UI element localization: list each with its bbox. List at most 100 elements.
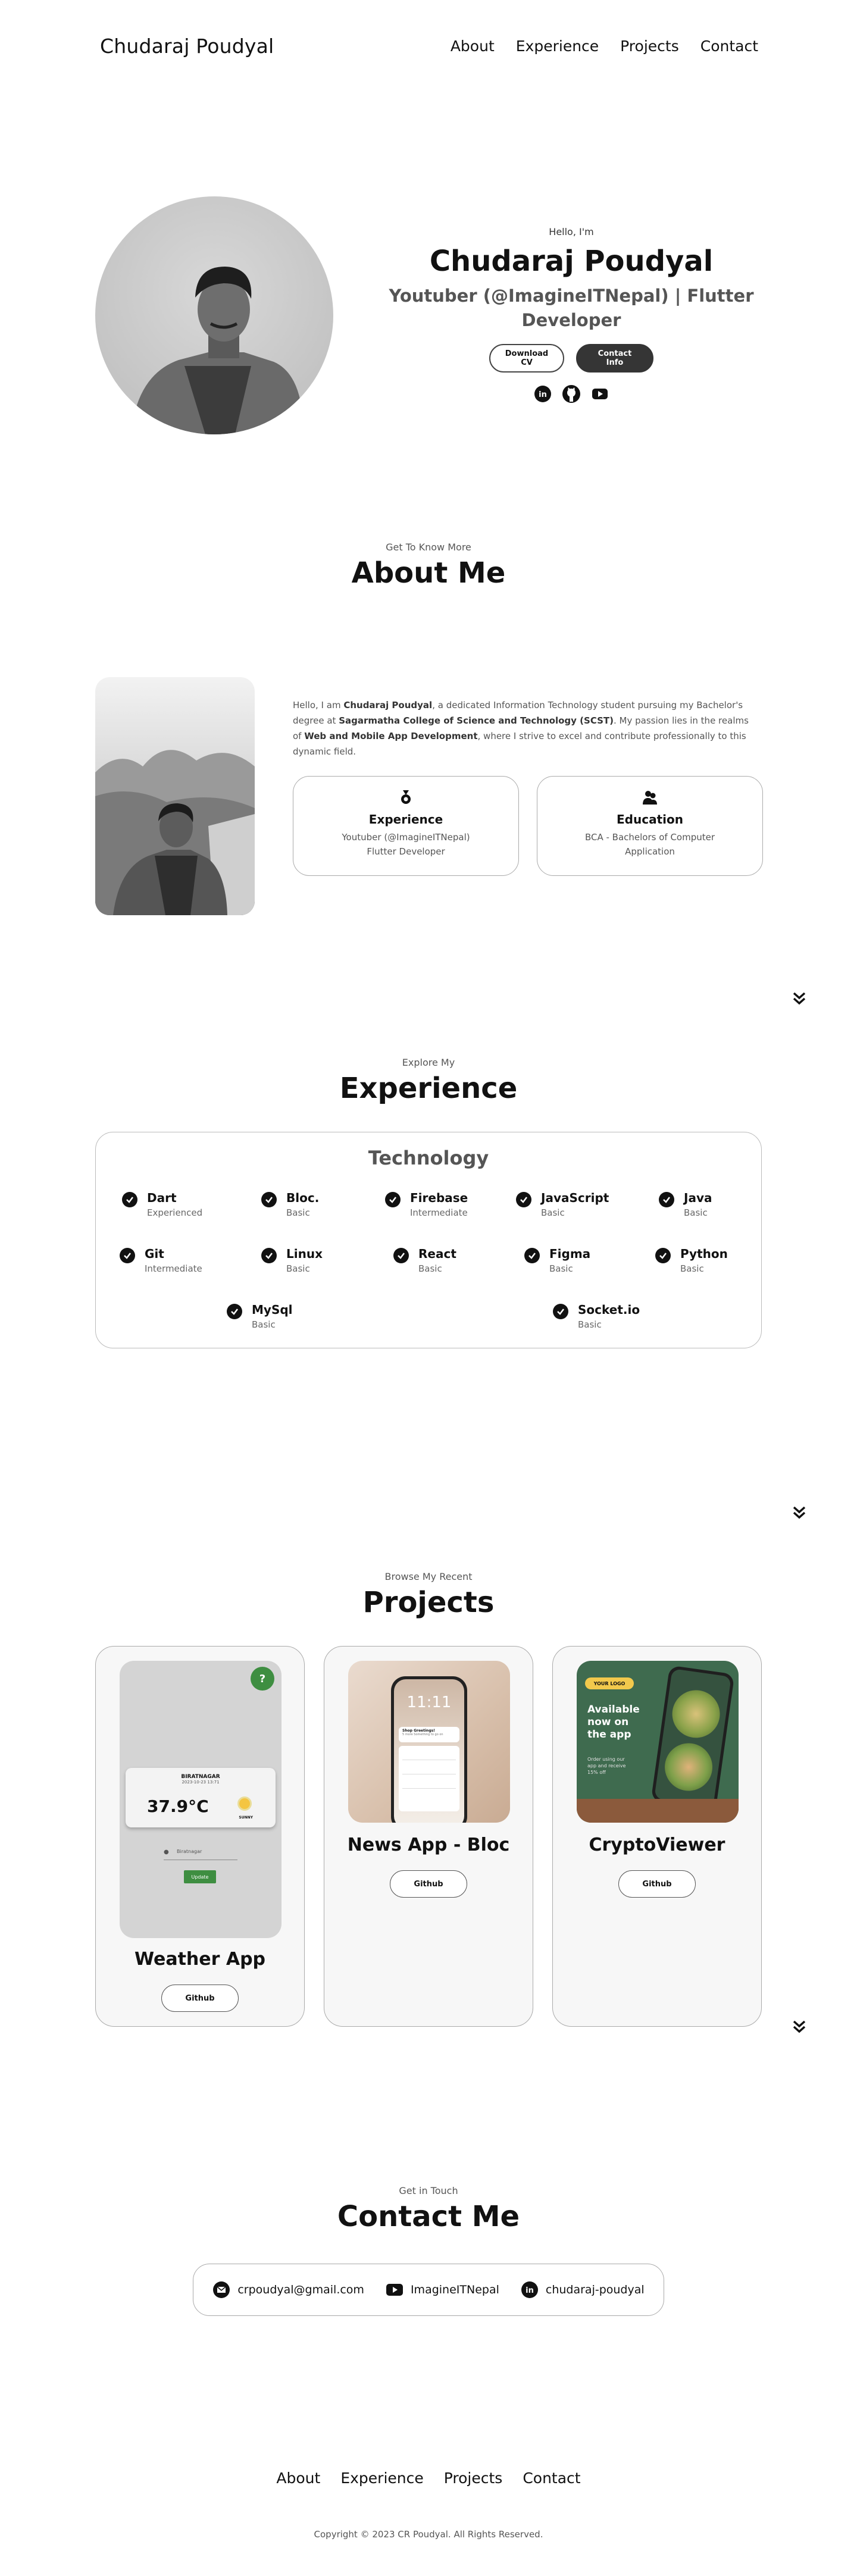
project-card-weather: ? BIRATNAGAR 2023-10-23 13:71 37.9°C SUN… (95, 1646, 305, 2027)
check-icon (553, 1304, 568, 1319)
projects-subtitle: Browse My Recent (384, 1571, 473, 1582)
project-card-crypto: YOUR LOGO Available now on the app Order… (552, 1646, 762, 2027)
hero-role: Youtuber (@ImagineITNepal) | Flutter Dev… (389, 286, 754, 330)
about-text-college: Sagarmatha College of Science and Techno… (339, 715, 614, 726)
experience-card-line2: Flutter Developer (367, 846, 445, 857)
about-title: About Me (351, 556, 506, 590)
check-icon (120, 1248, 135, 1263)
skill-item: Java Basic (659, 1191, 712, 1218)
experience-card: Experience Youtuber (@ImagineITNepal) Fl… (293, 776, 519, 876)
experience-card-title: Experience (368, 812, 443, 827)
projects-header: Browse My Recent Projects (0, 1571, 857, 1619)
footer-link-about[interactable]: About (276, 2469, 320, 2487)
skill-item: Firebase Intermediate (385, 1191, 468, 1218)
experience-card-line1: Youtuber (@ImagineITNepal) (342, 832, 470, 843)
notification-sub: 5 more Something to go on (402, 1733, 443, 1736)
experience-title: Experience (339, 1072, 518, 1105)
skill-item: Figma Basic (524, 1247, 590, 1274)
scroll-down-arrow-icon[interactable] (792, 2018, 807, 2034)
skill-name: MySql (252, 1303, 293, 1317)
github-button[interactable]: Github (618, 1870, 696, 1898)
skill-level: Basic (578, 1319, 602, 1330)
weather-widget: BIRATNAGAR 2023-10-23 13:71 37.9°C SUNNY (126, 1768, 276, 1827)
site-logo[interactable]: Chudaraj Poudyal (100, 35, 274, 58)
education-card-line2: Application (625, 846, 675, 857)
check-icon (655, 1248, 671, 1263)
footer-link-contact[interactable]: Contact (523, 2469, 580, 2487)
svg-text:in: in (539, 390, 547, 399)
email-icon (212, 2281, 230, 2299)
nav-link-contact[interactable]: Contact (700, 37, 758, 55)
social-links: in (387, 384, 756, 403)
check-icon (122, 1192, 137, 1207)
footer-link-projects[interactable]: Projects (444, 2469, 503, 2487)
nav-link-about[interactable]: About (451, 37, 495, 55)
skill-level: Basic (680, 1263, 704, 1274)
linkedin-icon[interactable]: in (533, 384, 552, 403)
education-card: Education BCA - Bachelors of Computer Ap… (537, 776, 763, 876)
project-title: Weather App (134, 1949, 266, 1970)
nav-link-experience[interactable]: Experience (516, 37, 599, 55)
scroll-down-arrow-icon[interactable] (792, 990, 807, 1006)
skill-name: Java (684, 1191, 712, 1205)
about-text-field: Web and Mobile App Development (304, 731, 478, 741)
technology-heading: Technology (368, 1147, 489, 1169)
github-button[interactable]: Github (161, 1985, 239, 2012)
contact-linkedin[interactable]: in chudaraj-poudyal (521, 2281, 645, 2299)
youtube-icon[interactable] (590, 384, 609, 403)
skill-level: Basic (541, 1207, 565, 1218)
github-icon[interactable] (562, 384, 581, 403)
check-icon (385, 1192, 401, 1207)
project-title: CryptoViewer (589, 1835, 725, 1855)
about-text-part: Hello, I am (293, 700, 344, 710)
check-icon (261, 1248, 277, 1263)
skill-level: Basic (418, 1263, 442, 1274)
skill-item: Socket.io Basic (553, 1303, 640, 1330)
contact-email[interactable]: crpoudyal@gmail.com (212, 2281, 364, 2299)
weather-city: BIRATNAGAR (181, 1774, 220, 1780)
weather-date: 2023-10-23 13:71 (182, 1780, 220, 1785)
contact-info-button[interactable]: Contact Info (576, 344, 653, 373)
scroll-down-arrow-icon[interactable] (792, 1504, 807, 1520)
skill-name: Python (680, 1247, 728, 1261)
contact-subtitle: Get in Touch (399, 2185, 458, 2196)
crypto-subtext: Order using our app and receive 15% off (587, 1757, 626, 1775)
hero-intro: Hello, I'm Chudaraj Poudyal Youtuber (@I… (387, 226, 756, 403)
experience-header: Explore My Experience (0, 1057, 857, 1105)
skill-item: MySql Basic (227, 1303, 293, 1330)
skill-level: Experienced (147, 1207, 203, 1218)
contact-youtube[interactable]: ImagineITNepal (386, 2281, 499, 2299)
weather-update-button: Update (184, 1870, 216, 1883)
news-app-screenshot: 11:11 Shop Greetings! 5 more Something t… (348, 1661, 510, 1823)
github-button[interactable]: Github (390, 1870, 467, 1898)
location-pin-icon: ● (164, 1849, 169, 1855)
skill-level: Intermediate (145, 1263, 202, 1274)
phone-mockup (650, 1665, 735, 1810)
skill-level: Basic (286, 1263, 310, 1274)
nav-link-projects[interactable]: Projects (620, 37, 679, 55)
skill-level: Intermediate (410, 1207, 468, 1218)
students-icon (642, 791, 658, 807)
check-icon (227, 1304, 242, 1319)
contact-title: Contact Me (337, 2200, 520, 2233)
top-nav: Chudaraj Poudyal About Experience Projec… (100, 31, 758, 61)
profile-photo (95, 196, 333, 434)
technology-box: Technology Dart Experienced Bloc. Basic Fi… (95, 1132, 762, 1348)
phone-clock: 11:11 (406, 1694, 452, 1711)
weather-condition: SUNNY (239, 1816, 253, 1820)
download-cv-button[interactable]: Download CV (489, 344, 564, 373)
youtube-icon (386, 2281, 404, 2299)
help-icon: ? (251, 1667, 274, 1691)
skill-name: Bloc. (286, 1191, 320, 1205)
check-icon (516, 1192, 531, 1207)
copyright-text: Copyright © 2023 CR Poudyal. All Rights … (314, 2529, 543, 2540)
skill-item: JavaScript Basic (516, 1191, 609, 1218)
phone-list (399, 1746, 459, 1811)
skill-level: Basic (684, 1207, 708, 1218)
skill-name: Dart (147, 1191, 177, 1205)
your-logo-badge: YOUR LOGO (585, 1677, 634, 1689)
contact-box: crpoudyal@gmail.com ImagineITNepal in ch… (193, 2264, 664, 2316)
about-description: Hello, I am Chudaraj Poudyal, a dedicate… (293, 697, 758, 759)
footer-link-experience[interactable]: Experience (340, 2469, 423, 2487)
skill-name: Linux (286, 1247, 323, 1261)
